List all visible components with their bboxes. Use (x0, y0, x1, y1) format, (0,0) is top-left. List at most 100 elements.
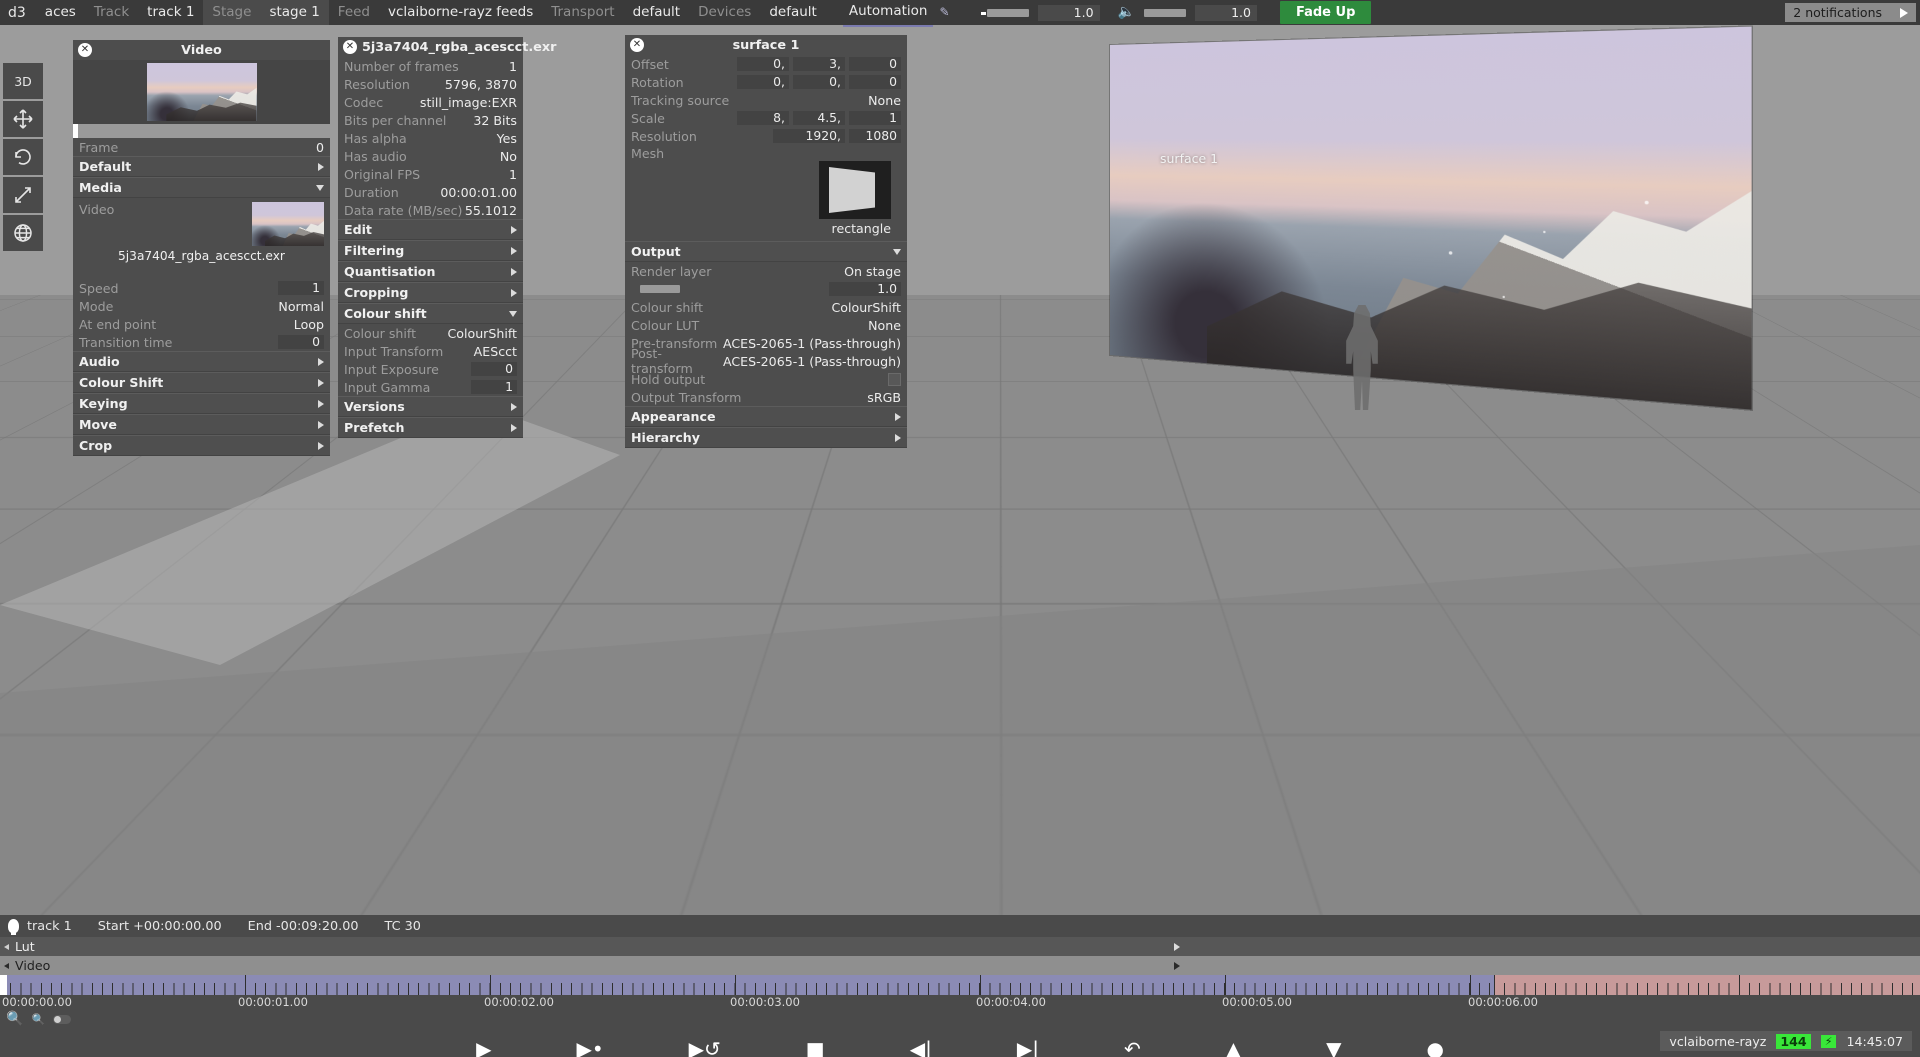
undo-button[interactable]: ↶ (1124, 1039, 1141, 1057)
timeline-playhead[interactable] (0, 975, 7, 995)
input-exposure-value[interactable]: 0 (471, 362, 517, 376)
rotation-x[interactable]: 0, (737, 75, 789, 89)
section-default[interactable]: Default (73, 156, 330, 177)
at-end-point-value[interactable]: Loop (294, 317, 324, 332)
section-output[interactable]: Output (625, 241, 907, 262)
video-scrub-bar[interactable] (73, 124, 330, 138)
output-colour-shift-row[interactable]: Colour shift ColourShift (625, 298, 907, 316)
close-icon[interactable]: ✕ (630, 38, 644, 52)
rotate-tool-button[interactable] (3, 139, 43, 175)
frame-row[interactable]: Frame 0 (73, 138, 330, 156)
at-end-point-row[interactable]: At end point Loop (73, 315, 330, 333)
tracking-source-value[interactable]: None (868, 93, 901, 108)
input-gamma-row[interactable]: Input Gamma 1 (338, 378, 523, 396)
zoom-out-icon[interactable]: 🔍 (31, 1013, 45, 1026)
timeline-track-name[interactable]: track 1 (27, 919, 72, 934)
volume-value[interactable]: 1.0 (1195, 5, 1257, 21)
section-edit[interactable]: Edit (338, 219, 523, 240)
exr-info-panel[interactable]: ✕ 5j3a7404_rgba_acescct.exr Number of fr… (338, 37, 523, 438)
colour-lut-value[interactable]: None (868, 318, 901, 333)
pre-transform-value[interactable]: ACES-2065-1 (Pass-through) (723, 336, 901, 351)
transport-selector[interactable]: Transport default (542, 0, 689, 25)
pencil-icon[interactable]: ✎ (939, 0, 949, 25)
next-cue-button[interactable]: ▶| (1017, 1039, 1039, 1057)
zoom-toggle[interactable] (53, 1015, 71, 1024)
intensity-value[interactable]: 1.0 (829, 282, 901, 296)
play-to-cue-button[interactable]: ▶• (576, 1039, 603, 1057)
section-versions[interactable]: Versions (338, 396, 523, 417)
close-icon[interactable]: ✕ (343, 40, 357, 54)
app-logo[interactable]: d3 (0, 5, 36, 21)
render-layer-value[interactable]: On stage (844, 264, 901, 279)
section-quantisation[interactable]: Quantisation (338, 261, 523, 282)
notifications-button[interactable]: 2 notifications (1785, 3, 1916, 22)
media-thumbnail[interactable] (252, 202, 324, 246)
mesh-preview[interactable] (819, 161, 891, 219)
section-prefetch[interactable]: Prefetch (338, 417, 523, 438)
offset-z[interactable]: 0 (849, 57, 901, 71)
tracking-source-row[interactable]: Tracking source None (625, 91, 907, 109)
scale-y[interactable]: 4.5, (793, 111, 845, 125)
cue-down-button[interactable]: ▼ (1326, 1039, 1341, 1057)
track-value[interactable]: track 1 (138, 0, 203, 25)
timeline-row-lut[interactable]: Lut (0, 937, 1920, 956)
zoom-in-icon[interactable]: 🔍 (6, 1011, 23, 1027)
brightness-slider[interactable] (987, 9, 1029, 17)
section-keying[interactable]: Keying (73, 393, 330, 414)
input-exposure-row[interactable]: Input Exposure 0 (338, 360, 523, 378)
stop-button[interactable]: ■ (806, 1039, 825, 1057)
output-transform-row[interactable]: Output Transform sRGB (625, 388, 907, 406)
timeline-start[interactable]: Start +00:00:00.00 (98, 919, 222, 934)
transition-time-value[interactable]: 0 (278, 335, 324, 349)
mesh-row[interactable]: Mesh (625, 145, 907, 161)
section-crop[interactable]: Crop (73, 435, 330, 456)
intensity-slider[interactable] (640, 285, 680, 293)
transition-time-row[interactable]: Transition time 0 (73, 333, 330, 351)
rotation-y[interactable]: 0, (793, 75, 845, 89)
automation-button[interactable]: Automation (843, 0, 934, 27)
volume-slider[interactable] (1144, 9, 1186, 17)
speed-row[interactable]: Speed 1 (73, 279, 330, 297)
post-transform-row[interactable]: Post-transform ACES-2065-1 (Pass-through… (625, 352, 907, 370)
brightness-value[interactable]: 1.0 (1038, 5, 1100, 21)
output-transform-value[interactable]: sRGB (867, 390, 901, 405)
close-icon[interactable]: ✕ (78, 43, 92, 57)
input-transform-row[interactable]: Input Transform AEScct (338, 342, 523, 360)
track-selector[interactable]: Track track 1 (85, 0, 204, 25)
transport-controls[interactable]: ▶ ▶• ▶↺ ■ ◀| ▶| ↶ ▲ ▼ ● (0, 1027, 1920, 1057)
scale-x[interactable]: 8, (737, 111, 789, 125)
mesh-value[interactable]: rectangle (631, 219, 901, 239)
loop-button[interactable]: ▶↺ (689, 1039, 721, 1057)
timeline-ruler[interactable] (0, 975, 1920, 995)
section-move[interactable]: Move (73, 414, 330, 435)
timeline-panel[interactable]: track 1 Start +00:00:00.00 End -00:09:20… (0, 915, 1920, 1057)
output-colour-shift-value[interactable]: ColourShift (832, 300, 902, 315)
section-audio[interactable]: Audio (73, 351, 330, 372)
offset-x[interactable]: 0, (737, 57, 789, 71)
offset-y[interactable]: 3, (793, 57, 845, 71)
post-transform-value[interactable]: ACES-2065-1 (Pass-through) (723, 354, 901, 369)
feed-selector[interactable]: Feed vclaiborne-rayz feeds (329, 0, 542, 25)
ruler-segment-pink[interactable] (1494, 975, 1920, 995)
timeline-row-video[interactable]: Video (0, 956, 1920, 975)
play-button[interactable]: ▶ (476, 1039, 491, 1057)
rotation-z[interactable]: 0 (849, 75, 901, 89)
intensity-row[interactable]: 1.0 (625, 280, 907, 298)
hold-output-row[interactable]: Hold output (625, 370, 907, 388)
scrub-handle[interactable] (73, 124, 78, 138)
render-layer-row[interactable]: Render layer On stage (625, 262, 907, 280)
record-button[interactable]: ● (1426, 1039, 1443, 1057)
section-cropping[interactable]: Cropping (338, 282, 523, 303)
section-media[interactable]: Media (73, 177, 330, 198)
devices-value[interactable]: default (760, 0, 826, 25)
stage-value[interactable]: stage 1 (260, 0, 328, 25)
transport-value[interactable]: default (624, 0, 690, 25)
mode-value[interactable]: Normal (278, 299, 324, 314)
colour-shift-value[interactable]: ColourShift (448, 326, 518, 341)
speed-value[interactable]: 1 (278, 281, 324, 295)
devices-selector[interactable]: Devices default (689, 0, 826, 25)
previous-cue-button[interactable]: ◀| (910, 1039, 932, 1057)
globe-tool-button[interactable] (3, 215, 43, 251)
move-tool-button[interactable] (3, 101, 43, 137)
viewport-tool-rail[interactable]: 3D (3, 63, 43, 253)
